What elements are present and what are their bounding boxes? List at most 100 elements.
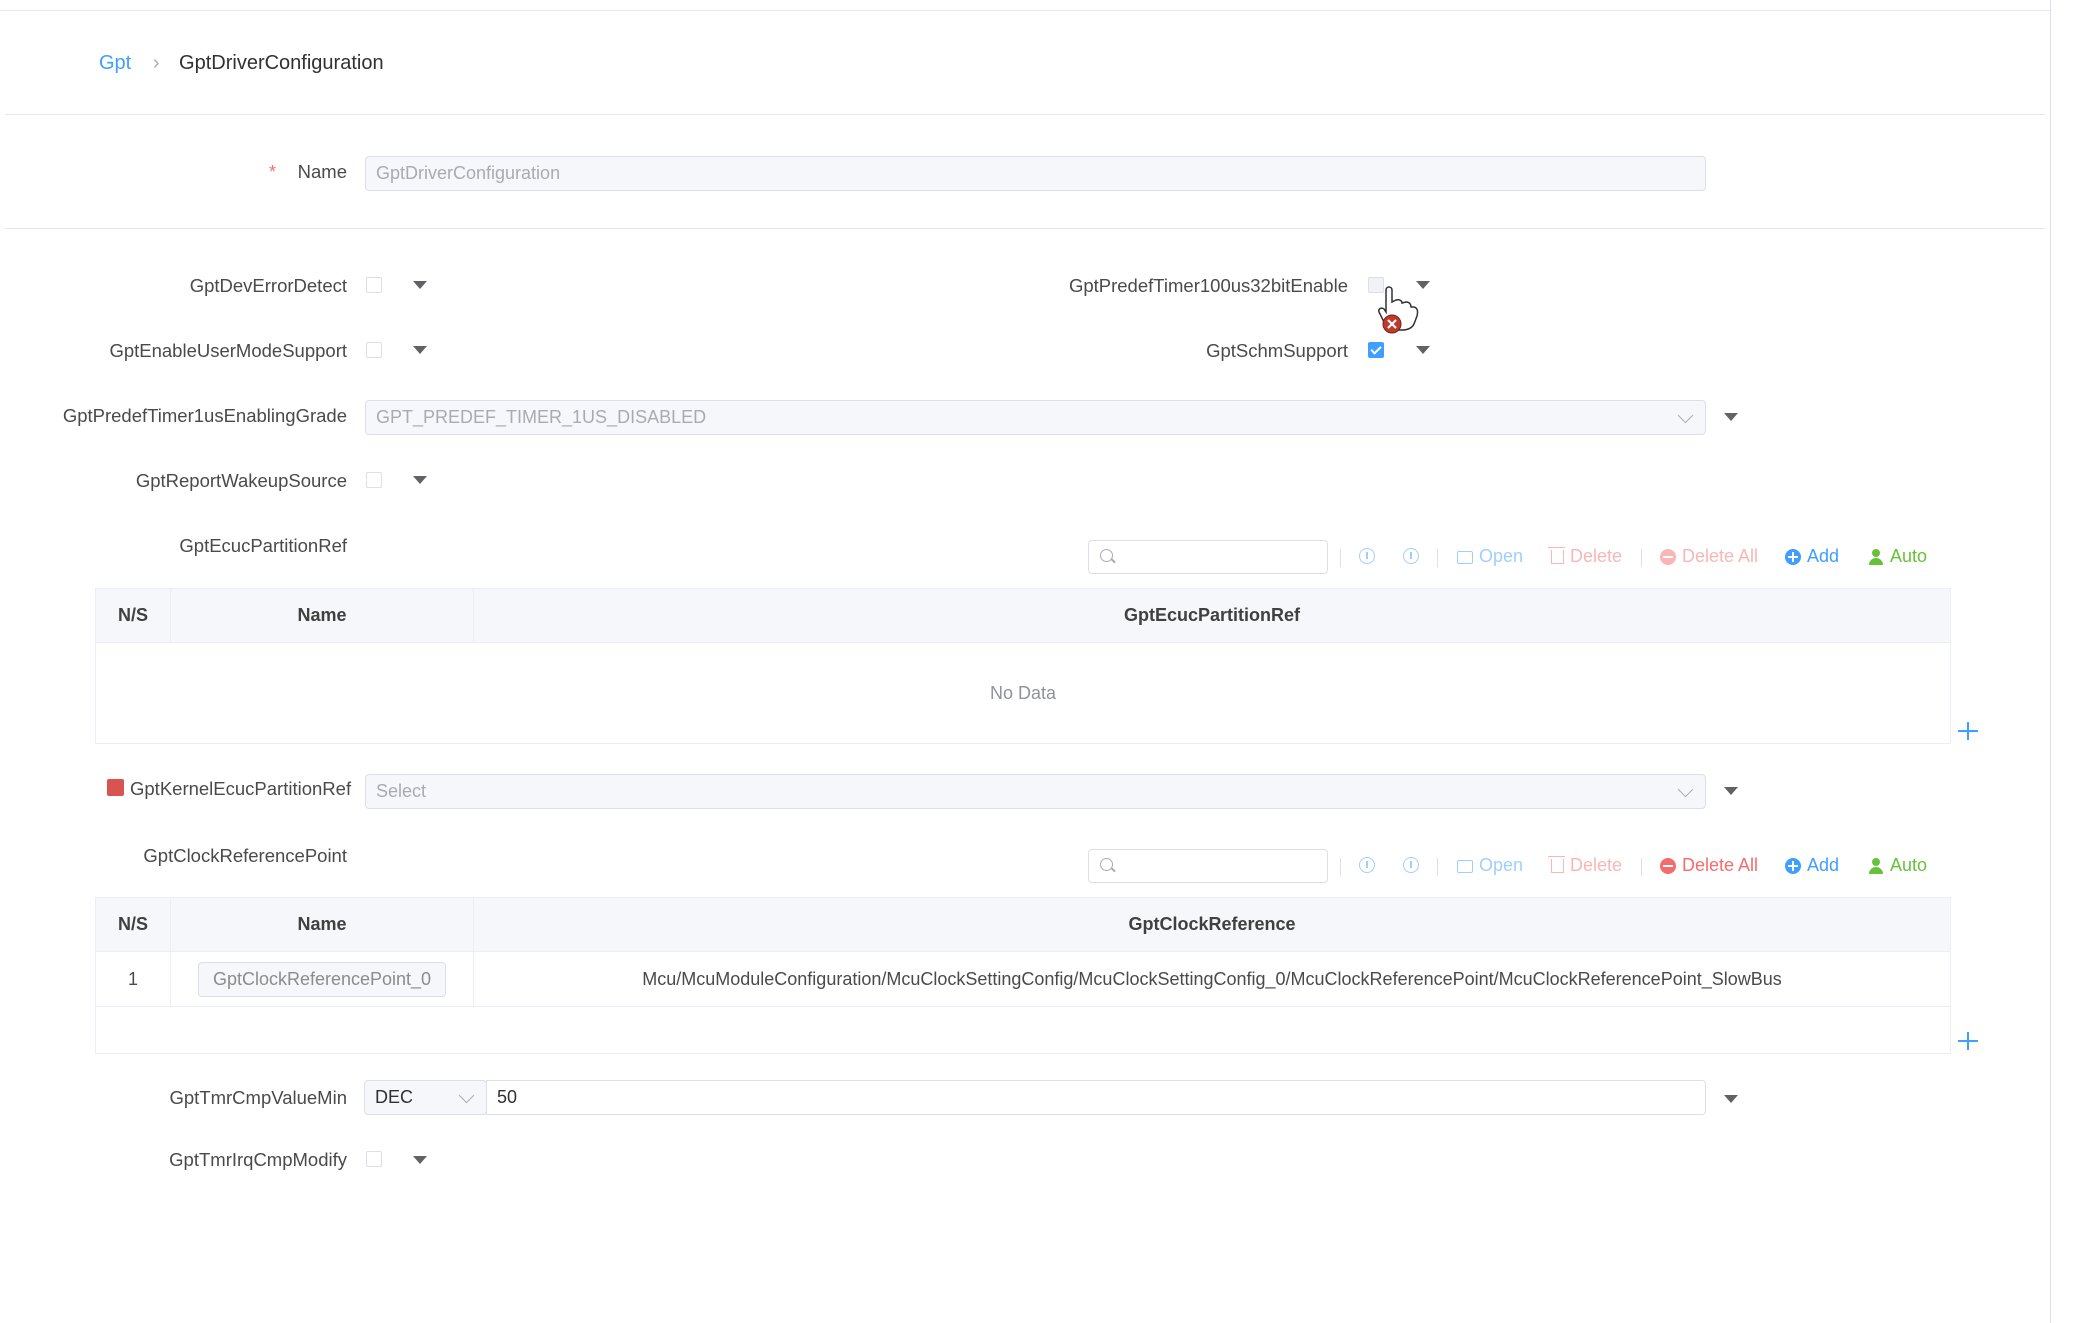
auto-label: Auto — [1890, 546, 1928, 566]
delete-all-button[interactable]: Delete All — [1660, 546, 1758, 567]
table-header-row: N/S Name GptEcucPartitionRef — [95, 588, 1951, 643]
resize-icon[interactable] — [1958, 1032, 1978, 1050]
predef-timer-100us-label: GptPredefTimer100us32bitEnable — [1068, 275, 1348, 296]
plus-circle-icon — [1785, 857, 1801, 874]
auto-button[interactable]: Auto — [1868, 546, 1927, 567]
row-name-tag[interactable]: GptClockReferencePoint_0 — [197, 961, 447, 997]
top-divider — [0, 10, 2050, 11]
toolbar-divider — [1340, 858, 1341, 876]
column-header-ns: N/S — [95, 588, 171, 643]
minus-circle-icon — [1660, 548, 1676, 565]
open-button[interactable]: Open — [1457, 546, 1523, 567]
delete-label: Delete — [1570, 546, 1623, 566]
toolbar-divider — [1641, 858, 1642, 876]
clock-ref-table: N/S Name GptClockReference 1 GptClockRef… — [95, 897, 1951, 1054]
name-input[interactable]: GptDriverConfiguration — [365, 156, 1706, 191]
tmr-cmp-min-label: GptTmrCmpValueMin — [169, 1087, 347, 1108]
auto-button[interactable]: Auto — [1868, 855, 1927, 876]
search-icon — [1100, 858, 1113, 871]
arrow-up-circle-icon — [1359, 857, 1375, 873]
toolbar-divider — [1641, 549, 1642, 567]
report-wakeup-checkbox[interactable] — [366, 472, 382, 488]
kernel-ecuc-select[interactable]: Select — [365, 774, 1706, 809]
open-button[interactable]: Open — [1457, 855, 1523, 876]
row-ns: 1 — [95, 951, 171, 1007]
caret-down-icon[interactable] — [1724, 1095, 1738, 1103]
breadcrumb-divider — [5, 114, 2045, 115]
table-footer-row — [95, 1006, 1951, 1054]
schm-support-checkbox[interactable] — [1368, 342, 1384, 358]
dev-error-detect-label: GptDevErrorDetect — [189, 275, 347, 296]
folder-icon — [1457, 551, 1473, 564]
tmr-cmp-format-select[interactable]: DEC — [364, 1080, 487, 1115]
chevron-down-icon — [1677, 407, 1694, 424]
dev-error-detect-checkbox[interactable] — [366, 277, 382, 293]
tmr-irq-cmp-label: GptTmrIrqCmpModify — [169, 1149, 347, 1170]
user-icon — [1868, 548, 1884, 565]
required-mark: * — [269, 162, 277, 182]
clock-search-input[interactable] — [1088, 849, 1328, 883]
add-label: Add — [1807, 546, 1840, 566]
tmr-cmp-format-value: DEC — [375, 1087, 414, 1107]
tmr-irq-cmp-checkbox[interactable] — [366, 1151, 382, 1167]
ecuc-partition-table: N/S Name GptEcucPartitionRef No Data — [95, 588, 1951, 744]
name-divider — [5, 228, 2045, 229]
chevron-down-icon — [1677, 781, 1694, 798]
delete-all-button[interactable]: Delete All — [1660, 855, 1758, 876]
delete-button[interactable]: Delete — [1548, 855, 1623, 876]
predef-timer-1us-select[interactable]: GPT_PREDEF_TIMER_1US_DISABLED — [365, 400, 1706, 435]
delete-label: Delete — [1570, 855, 1623, 875]
schm-support-label: GptSchmSupport — [1206, 340, 1348, 361]
user-icon — [1868, 857, 1884, 874]
row-name-cell: GptClockReferencePoint_0 — [170, 951, 474, 1007]
predef-timer-1us-label: GptPredefTimer1usEnablingGrade — [62, 405, 347, 426]
tmr-cmp-min-input[interactable]: 50 — [486, 1080, 1706, 1115]
open-label: Open — [1479, 546, 1524, 566]
caret-down-icon[interactable] — [413, 346, 427, 354]
row-clock-ref: Mcu/McuModuleConfiguration/McuClockSetti… — [473, 951, 1951, 1007]
chevron-right-icon: › — [152, 52, 160, 74]
kernel-ecuc-label: GptKernelEcucPartitionRef — [130, 778, 352, 799]
ecuc-search-input[interactable] — [1088, 540, 1328, 574]
trash-icon — [1548, 855, 1565, 873]
move-down-button[interactable] — [1403, 548, 1419, 564]
side-panel — [2050, 0, 2087, 1323]
open-label: Open — [1479, 855, 1524, 875]
move-up-button[interactable] — [1359, 548, 1375, 564]
trash-icon — [1548, 546, 1565, 564]
toolbar-divider — [1340, 549, 1341, 567]
ecuc-partition-ref-label: GptEcucPartitionRef — [179, 535, 347, 556]
toolbar-divider — [1437, 858, 1438, 876]
empty-row: No Data — [95, 642, 1951, 744]
column-header-clock-ref: GptClockReference — [473, 897, 1951, 952]
arrow-down-circle-icon — [1403, 857, 1419, 873]
enable-user-mode-label: GptEnableUserModeSupport — [109, 340, 347, 361]
caret-down-icon[interactable] — [413, 476, 427, 484]
add-button[interactable]: Add — [1785, 546, 1839, 567]
arrow-down-circle-icon — [1403, 548, 1419, 564]
caret-down-icon[interactable] — [413, 281, 427, 289]
caret-down-icon[interactable] — [1724, 787, 1738, 795]
report-wakeup-label: GptReportWakeupSource — [135, 470, 347, 491]
add-button[interactable]: Add — [1785, 855, 1839, 876]
delete-all-label: Delete All — [1682, 546, 1759, 566]
table-header-row: N/S Name GptClockReference — [95, 897, 1951, 952]
no-data-text: No Data — [95, 642, 1951, 744]
caret-down-icon[interactable] — [1416, 346, 1430, 354]
predef-timer-1us-value: GPT_PREDEF_TIMER_1US_DISABLED — [376, 407, 707, 427]
caret-down-icon[interactable] — [1724, 413, 1738, 421]
move-up-button[interactable] — [1359, 857, 1375, 873]
resize-icon[interactable] — [1958, 722, 1978, 740]
chevron-down-icon — [458, 1087, 475, 1104]
kernel-ecuc-placeholder: Select — [376, 781, 427, 801]
kernel-ecuc-status-marker — [107, 779, 124, 796]
delete-all-label: Delete All — [1682, 855, 1759, 875]
caret-down-icon[interactable] — [413, 1156, 427, 1164]
delete-button[interactable]: Delete — [1548, 546, 1623, 567]
hand-cursor-icon — [1378, 286, 1419, 334]
enable-user-mode-checkbox[interactable] — [366, 342, 382, 358]
move-down-button[interactable] — [1403, 857, 1419, 873]
breadcrumb-root-link[interactable]: Gpt — [99, 52, 131, 74]
minus-circle-icon — [1660, 857, 1676, 874]
table-row[interactable]: 1 GptClockReferencePoint_0 Mcu/McuModule… — [95, 951, 1951, 1007]
